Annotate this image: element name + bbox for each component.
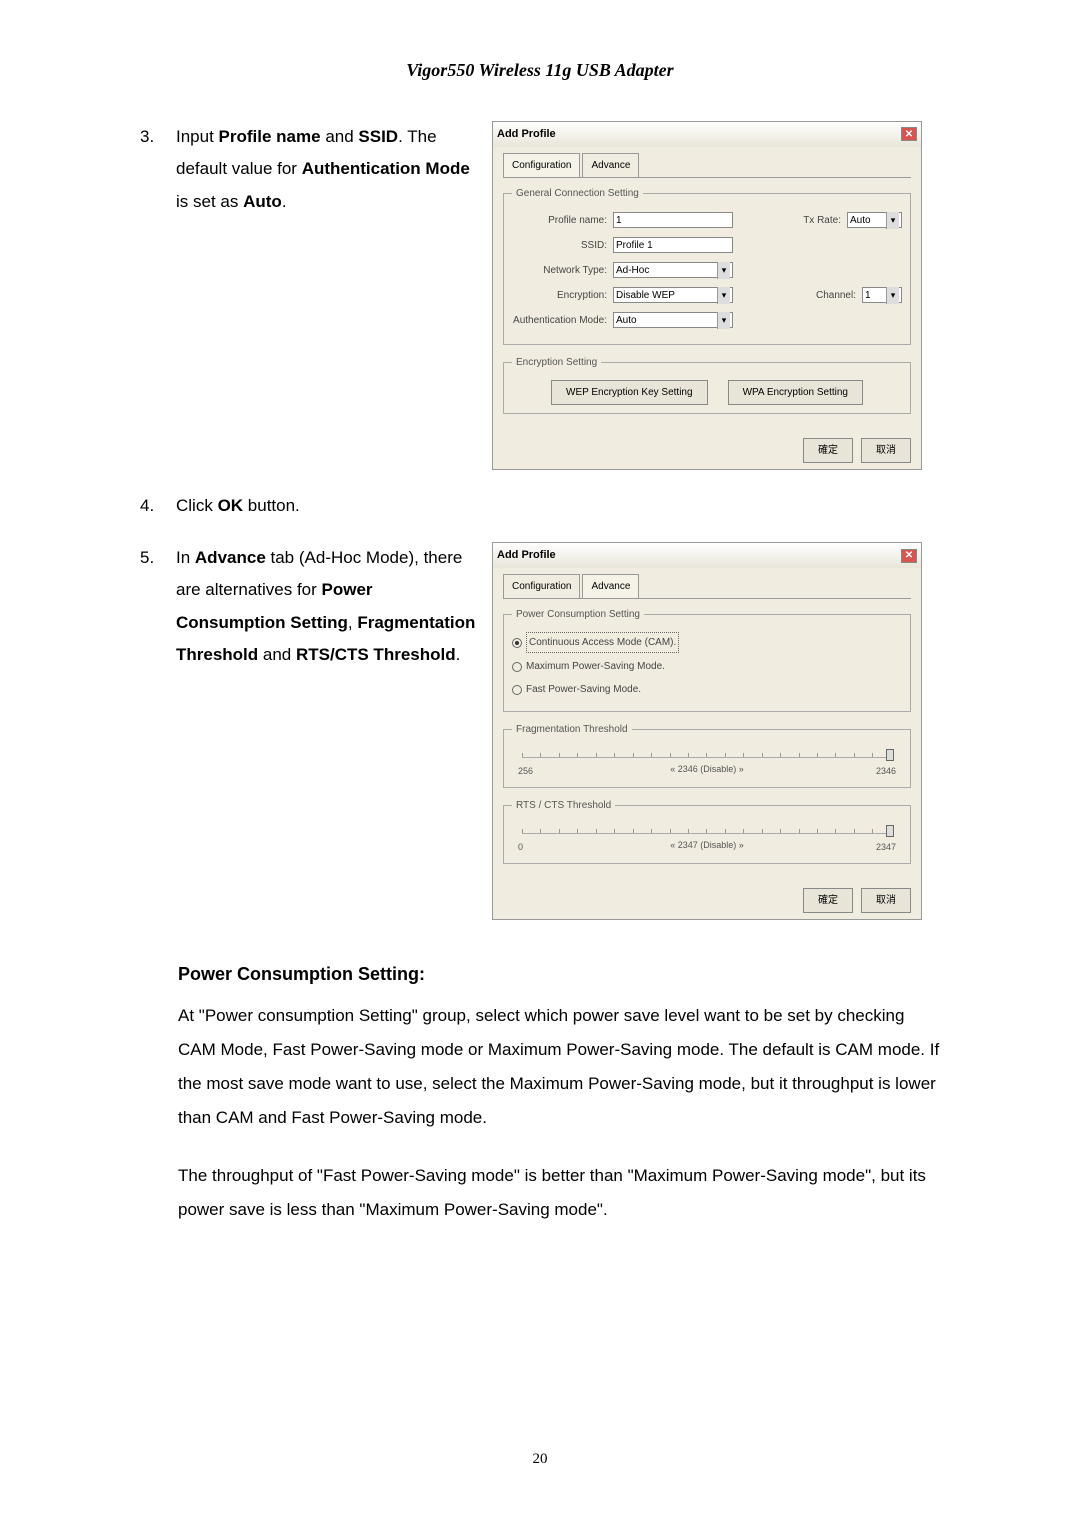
step-5-text: In Advance tab (Ad-Hoc Mode), there are … bbox=[176, 542, 486, 920]
dialog-title: Add Profile bbox=[497, 124, 556, 145]
radio-cam[interactable]: Continuous Access Mode (CAM). bbox=[512, 632, 902, 653]
power-consumption-legend: Power Consumption Setting bbox=[512, 605, 644, 624]
auth-mode-label: Authentication Mode: bbox=[512, 311, 607, 330]
radio-cam-label: Continuous Access Mode (CAM). bbox=[526, 632, 679, 653]
pcs-paragraph-2: The throughput of "Fast Power-Saving mod… bbox=[178, 1159, 940, 1227]
rts-center-label: « 2347 (Disable) » bbox=[512, 837, 902, 854]
radio-fast-label: Fast Power-Saving Mode. bbox=[526, 680, 641, 699]
wep-setting-button[interactable]: WEP Encryption Key Setting bbox=[551, 380, 708, 405]
cancel-button[interactable]: 取消 bbox=[861, 438, 911, 463]
rts-cts-legend: RTS / CTS Threshold bbox=[512, 796, 615, 815]
pcs-paragraph-1: At "Power consumption Setting" group, se… bbox=[178, 999, 940, 1135]
step-4-text: Click OK button. bbox=[176, 490, 940, 522]
auth-mode-select[interactable]: Auto bbox=[613, 312, 733, 328]
step-3-row: 3. Input Profile name and SSID. The defa… bbox=[140, 121, 940, 470]
close-icon[interactable]: ✕ bbox=[901, 127, 917, 141]
radio-fast-power[interactable]: Fast Power-Saving Mode. bbox=[512, 680, 902, 699]
ok-button[interactable]: 確定 bbox=[803, 888, 853, 913]
radio-icon bbox=[512, 685, 522, 695]
radio-icon bbox=[512, 662, 522, 672]
dialog-title: Add Profile bbox=[497, 545, 556, 566]
tab-configuration[interactable]: Configuration bbox=[503, 153, 580, 177]
pcs-heading: Power Consumption Setting: bbox=[178, 964, 940, 985]
rts-cts-slider[interactable]: « 2347 (Disable) » 0 2347 bbox=[512, 827, 902, 855]
radio-max-power[interactable]: Maximum Power-Saving Mode. bbox=[512, 657, 902, 676]
step-3-text: Input Profile name and SSID. The default… bbox=[176, 121, 486, 470]
radio-max-label: Maximum Power-Saving Mode. bbox=[526, 657, 665, 676]
slider-thumb-icon[interactable] bbox=[886, 825, 894, 837]
wpa-setting-button[interactable]: WPA Encryption Setting bbox=[728, 380, 863, 405]
document-header: Vigor550 Wireless 11g USB Adapter bbox=[140, 60, 940, 81]
fragmentation-legend: Fragmentation Threshold bbox=[512, 720, 632, 739]
step-5-number: 5. bbox=[140, 542, 176, 920]
step-5-row: 5. In Advance tab (Ad-Hoc Mode), there a… bbox=[140, 542, 940, 920]
tab-advance[interactable]: Advance bbox=[582, 574, 639, 598]
step-4-number: 4. bbox=[140, 490, 176, 522]
encryption-select[interactable]: Disable WEP bbox=[613, 287, 733, 303]
ssid-label: SSID: bbox=[512, 236, 607, 255]
general-connection-legend: General Connection Setting bbox=[512, 184, 643, 203]
ssid-input[interactable]: Profile 1 bbox=[613, 237, 733, 253]
txrate-select[interactable]: Auto bbox=[847, 212, 902, 228]
page-number: 20 bbox=[0, 1451, 1080, 1468]
add-profile-dialog-config: Add Profile ✕ Configuration Advance Gene… bbox=[492, 121, 922, 470]
radio-icon bbox=[512, 638, 522, 648]
tab-configuration[interactable]: Configuration bbox=[503, 574, 580, 598]
network-type-select[interactable]: Ad-Hoc bbox=[613, 262, 733, 278]
add-profile-dialog-advance: Add Profile ✕ Configuration Advance Powe… bbox=[492, 542, 922, 920]
tab-advance[interactable]: Advance bbox=[582, 153, 639, 177]
channel-label: Channel: bbox=[816, 286, 856, 305]
ok-button[interactable]: 確定 bbox=[803, 438, 853, 463]
cancel-button[interactable]: 取消 bbox=[861, 888, 911, 913]
profile-name-input[interactable]: 1 bbox=[613, 212, 733, 228]
step-4-row: 4. Click OK button. bbox=[140, 490, 940, 522]
profile-name-label: Profile name: bbox=[512, 211, 607, 230]
step-3-number: 3. bbox=[140, 121, 176, 470]
network-type-label: Network Type: bbox=[512, 261, 607, 280]
fragmentation-slider[interactable]: « 2346 (Disable) » 256 2346 bbox=[512, 751, 902, 779]
close-icon[interactable]: ✕ bbox=[901, 549, 917, 563]
channel-select[interactable]: 1 bbox=[862, 287, 902, 303]
txrate-label: Tx Rate: bbox=[803, 211, 841, 230]
encryption-setting-legend: Encryption Setting bbox=[512, 353, 601, 372]
encryption-label: Encryption: bbox=[512, 286, 607, 305]
slider-thumb-icon[interactable] bbox=[886, 749, 894, 761]
frag-center-label: « 2346 (Disable) » bbox=[512, 761, 902, 778]
